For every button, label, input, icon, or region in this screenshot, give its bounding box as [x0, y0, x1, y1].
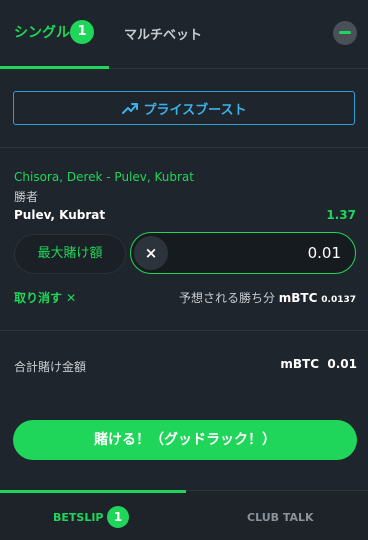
remove-bet-button[interactable]: 取り消す ✕: [14, 289, 76, 306]
market-name: 勝者: [14, 190, 39, 204]
stake-value: 0.01: [307, 244, 341, 262]
single-count-badge: 1: [70, 20, 94, 44]
winnings-label: 予想される勝ち分: [178, 291, 275, 305]
potential-winnings: 予想される勝ち分 mBTC 0.0137: [179, 289, 356, 306]
minus-icon: [339, 31, 351, 34]
total-stake-value: mBTC 0.01: [280, 357, 357, 371]
tab-single[interactable]: シングル 1: [0, 0, 109, 69]
trend-up-icon: [121, 103, 138, 114]
price-boost-section: プライスブースト: [0, 69, 368, 148]
price-boost-button[interactable]: プライスブースト: [13, 91, 355, 125]
betslip-tabs: シングル 1 マルチベット: [0, 0, 368, 69]
tab-multi[interactable]: マルチベット: [124, 24, 202, 43]
odds-value: 1.37: [326, 208, 356, 222]
bottom-nav: BETSLIP 1 CLUB TALK: [0, 490, 368, 540]
nav-club-talk[interactable]: CLUB TALK: [247, 511, 314, 524]
collapse-button[interactable]: [333, 21, 357, 45]
clear-stake-button[interactable]: ×: [134, 236, 168, 270]
active-nav-indicator: [0, 490, 186, 493]
total-stake-label: 合計賭け金額: [14, 360, 87, 374]
winnings-amount: 0.0137: [321, 295, 356, 305]
betslip-count-badge: 1: [107, 506, 129, 528]
event-name[interactable]: Chisora, Derek - Pulev, Kubrat: [14, 170, 194, 184]
selection-name: Pulev, Kubrat: [14, 208, 106, 222]
place-bet-button[interactable]: 賭ける！（グッドラック！）: [13, 420, 357, 460]
winnings-currency: mBTC: [278, 291, 318, 305]
total-stake-row: 合計賭け金額 mBTC 0.01: [0, 331, 368, 391]
stake-input[interactable]: × 0.01: [130, 232, 356, 274]
price-boost-label: プライスブースト: [143, 102, 247, 118]
bet-card: Chisora, Derek - Pulev, Kubrat 勝者 Pulev,…: [0, 148, 368, 331]
max-bet-button[interactable]: 最大賭け額: [14, 234, 126, 274]
tab-single-label: シングル: [14, 25, 70, 41]
nav-betslip[interactable]: BETSLIP: [53, 511, 104, 524]
